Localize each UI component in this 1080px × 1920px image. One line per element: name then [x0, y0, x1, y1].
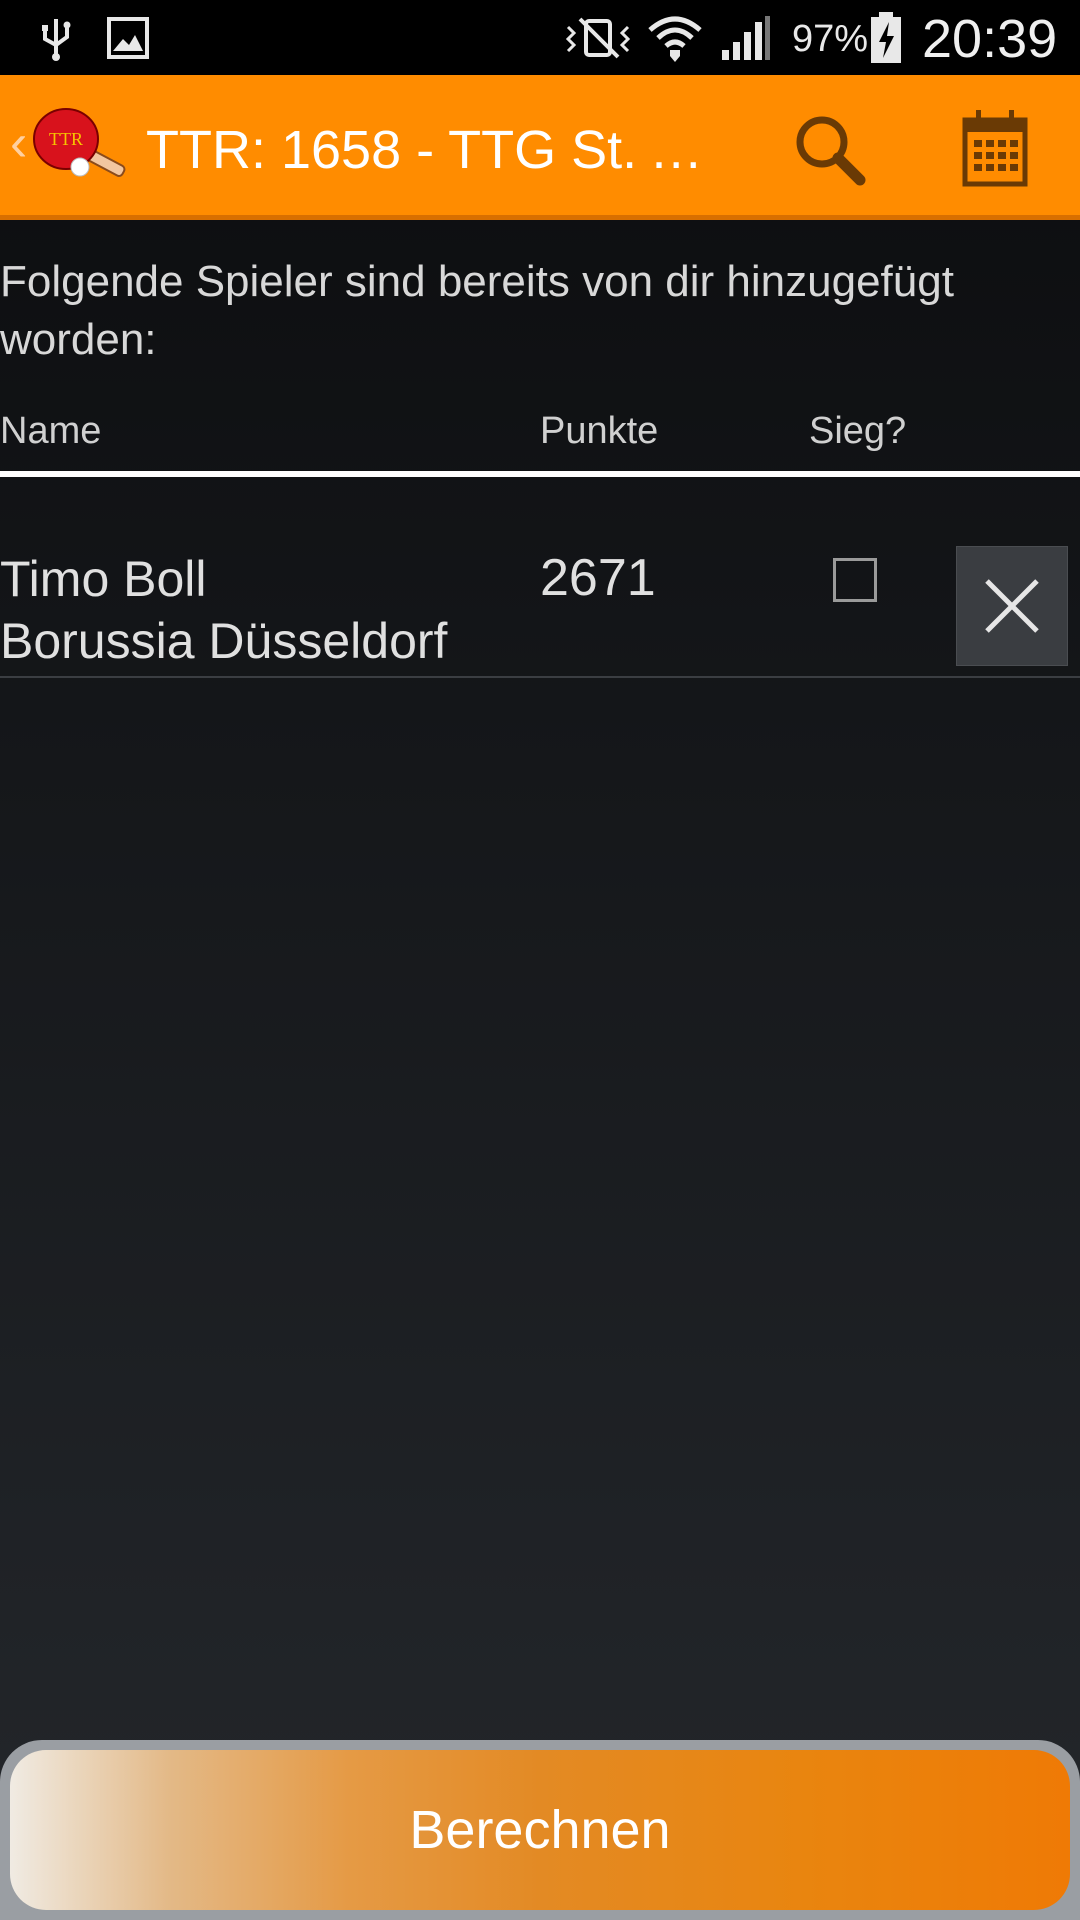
svg-text:TTR: TTR	[49, 129, 83, 149]
app-logo-icon[interactable]: TTR	[32, 105, 137, 185]
action-bar-divider	[0, 215, 1080, 220]
column-header-points: Punkte	[540, 410, 659, 452]
action-bar: ‹ TTR TTR: 1658 - TTG St. Au...	[0, 75, 1080, 220]
calendar-icon	[962, 110, 1028, 187]
vibrate-off-icon	[562, 10, 634, 65]
battery-percent: 97%	[792, 18, 869, 60]
image-icon	[106, 10, 150, 65]
clock: 20:39	[922, 9, 1058, 69]
usb-icon	[36, 10, 76, 65]
page-title: TTR: 1658 - TTG St. Au...	[146, 120, 736, 180]
player-points: 2671	[540, 549, 656, 607]
search-button[interactable]	[780, 105, 880, 195]
player-name: Timo Boll	[0, 551, 207, 607]
remove-player-button[interactable]	[956, 546, 1068, 666]
calendar-button[interactable]	[945, 103, 1045, 193]
player-name-cell: Timo Boll Borussia Düsseldorf	[0, 548, 447, 672]
status-bar: 97% 20:39	[0, 0, 1080, 75]
column-header-name: Name	[0, 410, 102, 452]
search-icon	[796, 116, 866, 186]
header-divider	[0, 471, 1080, 477]
table-row: Timo Boll Borussia Düsseldorf 2671	[0, 540, 1080, 676]
row-divider	[0, 676, 1080, 678]
wifi-icon	[645, 10, 705, 65]
battery-charging-icon	[866, 10, 906, 65]
win-checkbox[interactable]	[833, 558, 877, 602]
signal-icon	[720, 10, 772, 65]
calculate-button[interactable]: Berechnen	[10, 1750, 1070, 1910]
intro-text: Folgende Spieler sind bereits von dir hi…	[0, 257, 954, 364]
player-club: Borussia Düsseldorf	[0, 613, 448, 669]
column-header-win: Sieg?	[809, 410, 907, 452]
close-icon	[985, 579, 1039, 633]
